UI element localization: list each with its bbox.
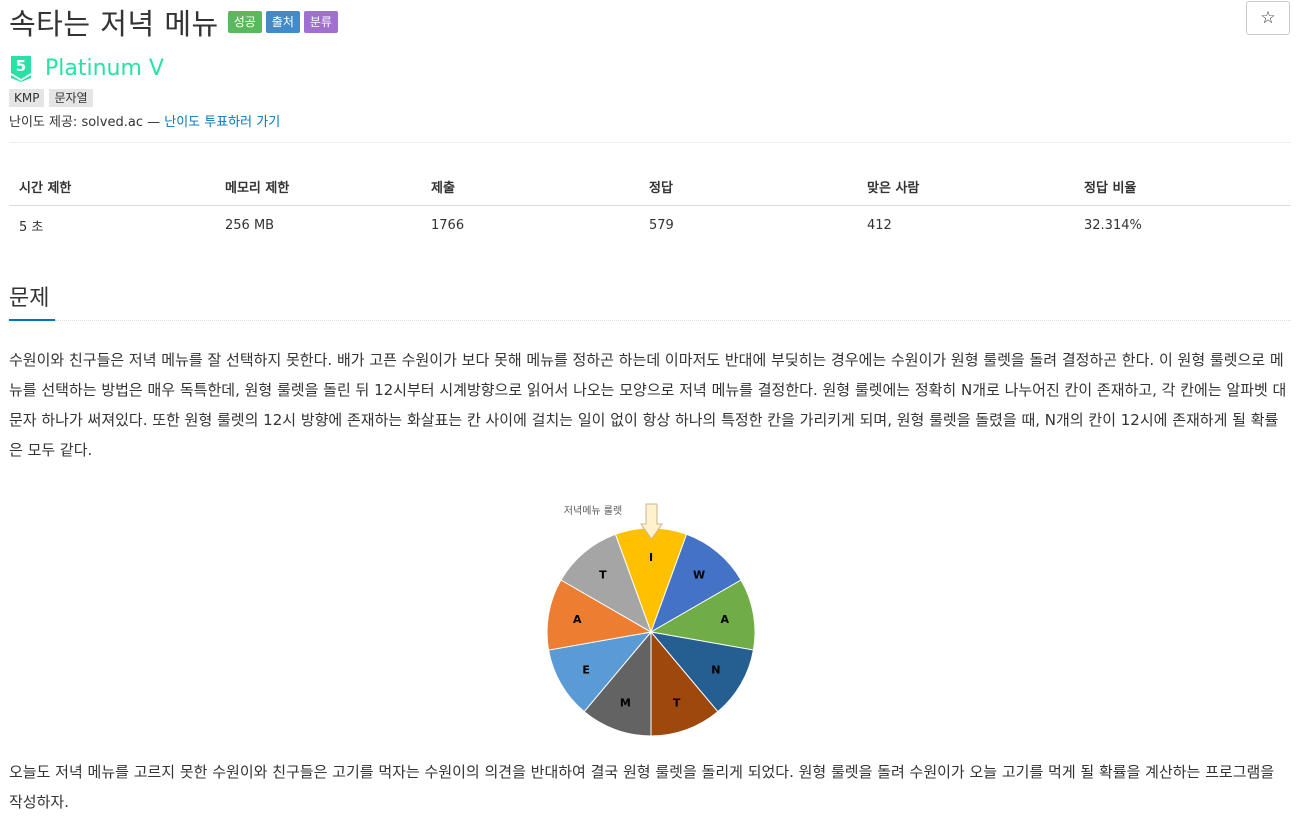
value-solved-users: 412 bbox=[867, 217, 892, 233]
roulette-slice-letter: A bbox=[720, 613, 729, 626]
section-divider bbox=[55, 320, 1291, 321]
source-label[interactable]: 출처 bbox=[265, 11, 300, 33]
difficulty-vote-link[interactable]: 난이도 투표하러 가기 bbox=[164, 115, 280, 130]
table-header-row: 시간 제한 메모리 제한 제출 정답 맞은 사람 정답 비율 bbox=[9, 168, 1291, 206]
divider bbox=[9, 142, 1291, 143]
roulette-slice-letter: N bbox=[711, 663, 720, 676]
tag-string[interactable]: 문자열 bbox=[49, 89, 93, 107]
tier-badge-number: 5 bbox=[16, 57, 26, 75]
roulette-slice-letter: A bbox=[573, 613, 582, 626]
value-accepted: 579 bbox=[649, 217, 674, 233]
roulette-slice-letter: M bbox=[620, 696, 631, 709]
roulette-slice-letter: W bbox=[693, 569, 705, 582]
roulette-figure: 저녁메뉴 룰렛 I W A N T M E A T bbox=[546, 503, 756, 737]
problem-page: 속타는 저녁 메뉴 성공 출처 분류 ☆ 5 Platinum V KMP 문자… bbox=[0, 0, 1296, 818]
header-solved-users: 맞은 사람 bbox=[857, 168, 1074, 206]
value-time-limit: 5 초 bbox=[19, 219, 44, 235]
problem-description-paragraph-2: 오늘도 저녁 메뉴를 고르지 못한 수원이와 친구들은 고기를 먹자는 수원이의… bbox=[9, 763, 1275, 811]
header-memory-limit: 메모리 제한 bbox=[215, 168, 421, 206]
table-row: 5 초 256 MB 1766 579 412 32.314% bbox=[9, 206, 1291, 245]
tier-row: 5 Platinum V bbox=[9, 54, 164, 82]
header-submissions: 제출 bbox=[421, 168, 639, 206]
tier-name[interactable]: Platinum V bbox=[45, 56, 164, 81]
section-title-problem: 문제 bbox=[9, 286, 50, 311]
roulette-slice-letter: T bbox=[599, 569, 607, 582]
problem-description-paragraph-1: 수원이와 친구들은 저녁 메뉴를 잘 선택하지 못한다. 배가 고픈 수원이가 … bbox=[9, 351, 1287, 459]
roulette-slice-letter: E bbox=[582, 663, 590, 676]
favorite-star-button[interactable]: ☆ bbox=[1246, 1, 1290, 35]
problem-info-table: 시간 제한 메모리 제한 제출 정답 맞은 사람 정답 비율 5 초 256 M… bbox=[9, 168, 1291, 244]
difficulty-provider: 난이도 제공: solved.ac — 난이도 투표하러 가기 bbox=[9, 111, 280, 130]
value-submissions: 1766 bbox=[431, 217, 465, 233]
roulette-slice-letter: T bbox=[673, 696, 681, 709]
roulette-slice-letter: I bbox=[649, 551, 653, 564]
category-label[interactable]: 분류 bbox=[303, 11, 338, 33]
title-row: 속타는 저녁 메뉴 성공 출처 분류 bbox=[9, 2, 338, 42]
star-icon: ☆ bbox=[1260, 8, 1276, 28]
success-label[interactable]: 성공 bbox=[227, 11, 262, 33]
difficulty-provider-text: 난이도 제공: solved.ac — bbox=[9, 115, 165, 130]
header-time-limit: 시간 제한 bbox=[9, 168, 215, 206]
value-accept-ratio: 32.314% bbox=[1084, 217, 1142, 233]
platinum-tier-badge-icon: 5 bbox=[11, 56, 31, 82]
section-title-underline bbox=[9, 319, 55, 321]
header-accept-ratio: 정답 비율 bbox=[1074, 168, 1291, 206]
value-memory-limit: 256 MB bbox=[225, 217, 275, 233]
roulette-caption: 저녁메뉴 룰렛 bbox=[564, 505, 622, 517]
problem-title: 속타는 저녁 메뉴 bbox=[9, 7, 219, 41]
tag-kmp[interactable]: KMP bbox=[9, 89, 45, 107]
header-accepted: 정답 bbox=[639, 168, 857, 206]
tag-list: KMP 문자열 bbox=[9, 89, 98, 107]
